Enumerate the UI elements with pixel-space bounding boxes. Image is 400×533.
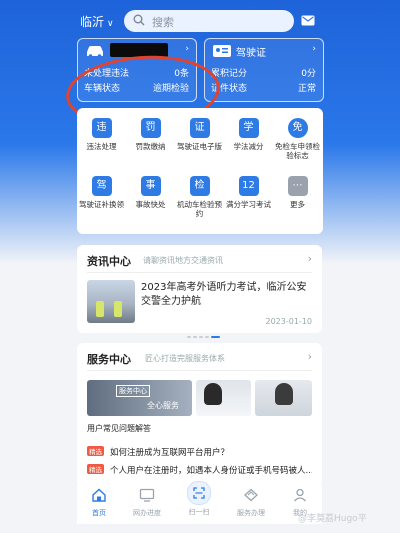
service-more[interactable]: ⋯ 更多 [273,176,322,209]
service-label: 满分学习考试 [226,200,271,209]
service-center: 服务中心 匠心打造完服服务体系 › 服务中心 全心服务 用户常见问题解答 精选如… [77,343,322,486]
service-grid: 违 违法处理 罚 罚款缴纳 证 驾驶证电子版 学 学法减分 免 免检车申领检验标… [77,108,323,234]
bottom-tab-bar: 首页 网办进度 扫一扫 服务办理 我的 [77,481,322,524]
license-status-row: 证件状态 正常 [211,81,316,94]
featured-badge: 精选 [87,446,104,456]
row-value: 正常 [297,84,316,94]
chevron-right-icon[interactable]: › [308,252,312,265]
tab-home[interactable]: 首页 [77,487,121,518]
divider [87,370,312,371]
tab-label: 服务办理 [237,509,265,517]
faq-question: 如何注册成为互联网平台用户？ [110,448,230,458]
city-selector[interactable]: 临沂 ∨ [80,13,114,30]
carousel-dots [187,323,222,342]
chevron-right-icon: › [185,44,189,54]
points-row: 累积记分 0分 [211,66,316,79]
service-label: 免检车申领检验标志 [275,142,320,160]
more-grid-icon: ⋯ [287,176,308,196]
diamond-icon [244,488,258,502]
service-accident[interactable]: 事 事故快处 [126,176,175,209]
agent-silhouette [275,383,293,405]
exempt-icon: 免 [287,118,308,138]
banner-photo [255,380,312,416]
search-bar[interactable]: 搜索 [124,10,294,32]
service-center-title: 服务中心 [87,353,131,366]
top-bar: 临沂 ∨ 搜索 [0,8,400,36]
faq-item[interactable]: 精选 个人用户在注册时，如遇本人身份证或手机号码被人... [87,464,312,476]
service-label: 罚款缴纳 [135,142,166,151]
accident-car-icon: 事 [140,176,161,196]
inspection-car-icon: 检 [189,176,210,196]
service-label: 事故快处 [135,200,166,209]
chevron-right-icon[interactable]: › [308,350,312,363]
service-e-license[interactable]: 证 驾驶证电子版 [175,118,224,151]
service-full-score-exam[interactable]: 12 满分学习考试 [224,176,273,209]
service-label: 机动车检验预约 [177,200,222,218]
license-card[interactable]: 驾驶证 › 累积记分 0分 证件状态 正常 [204,38,324,102]
search-icon [133,14,145,26]
news-headline[interactable]: 2023年高考外语听力考试，临沂公安交警全力护航 [141,281,313,309]
user-icon [294,488,306,502]
agent-silhouette [204,383,222,405]
service-label: 更多 [290,200,305,209]
tab-label: 网办进度 [133,509,161,517]
police-figure [96,301,104,317]
service-exempt-inspection[interactable]: 免 免检车申领检验标志 [273,118,322,160]
banner-photo [196,380,251,416]
service-label: 驾驶证电子版 [177,142,222,151]
search-placeholder: 搜索 [152,16,174,29]
license-renew-icon: 驾 [91,176,112,196]
home-icon [92,488,106,502]
mail-icon[interactable] [301,15,315,26]
car-icon [87,46,103,58]
news-center: 资讯中心 请聊资讯地方交通资讯 › 2023年高考外语听力考试，临沂公安交警全力… [77,245,322,338]
divider [87,272,312,273]
scan-icon [187,481,211,505]
city-label: 临沂 [80,15,105,29]
news-date: 2023-01-10 [265,317,313,326]
id-card-icon [213,45,231,57]
tab-label: 扫一扫 [188,508,210,516]
e-license-icon: 证 [189,118,210,138]
faq-question: 个人用户在注册时，如遇本人身份证或手机号码被人... [110,466,312,476]
service-inspection-booking[interactable]: 检 机动车检验预约 [175,176,224,218]
chevron-right-icon: › [312,44,316,54]
tab-label: 首页 [92,509,106,517]
service-license-renewal[interactable]: 驾 驾驶证补换领 [77,176,126,209]
chevron-down-icon: ∨ [107,19,114,29]
news-thumbnail[interactable] [87,280,135,323]
service-label: 学法减分 [233,142,264,151]
license-title: 驾驶证 [236,48,266,59]
violation-icon: 违 [91,118,112,138]
banner-panel: 服务中心 全心服务 [87,380,192,416]
watermark: @李莫荔Hugo平 [298,514,367,524]
service-center-subtitle: 匠心打造完服服务体系 [145,354,225,363]
faq-title: 用户常见问题解答 [87,424,151,433]
tab-services[interactable]: 服务办理 [229,487,273,518]
tab-progress[interactable]: 网办进度 [125,487,169,518]
service-study-deduction[interactable]: 学 学法减分 [224,118,273,151]
book-icon: 学 [238,118,259,138]
calendar-icon: 12 [238,176,259,196]
service-label: 驾驶证补换领 [79,200,124,209]
faq-item[interactable]: 精选 如何注册成为互联网平台用户？ [87,446,312,458]
fine-icon: 罚 [140,118,161,138]
service-banner[interactable]: 服务中心 全心服务 [87,380,312,416]
service-fine-payment[interactable]: 罚 罚款缴纳 [126,118,175,151]
news-title: 资讯中心 [87,255,131,268]
monitor-icon [139,488,155,502]
service-label: 违法处理 [86,142,117,151]
featured-badge: 精选 [87,464,104,474]
banner-text: 全心服务 [147,401,179,410]
banner-tag: 服务中心 [116,385,150,397]
tab-scan[interactable]: 扫一扫 [177,481,221,517]
service-violation[interactable]: 违 违法处理 [77,118,126,151]
news-subtitle: 请聊资讯地方交通资讯 [143,256,223,265]
row-value: 0分 [301,69,316,79]
police-figure [114,301,122,317]
